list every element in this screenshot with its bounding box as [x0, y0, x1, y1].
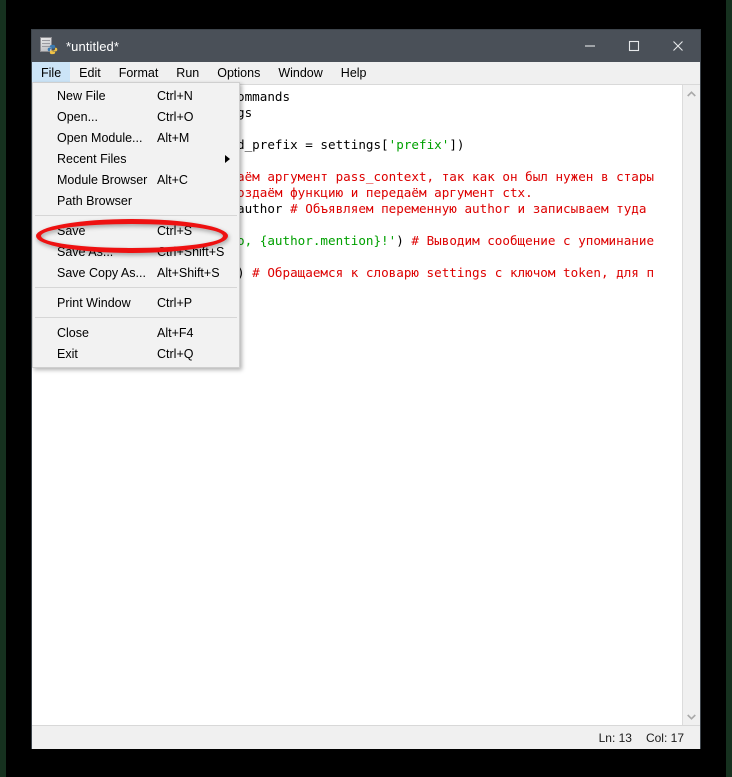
- code-line: [237, 217, 700, 233]
- menubar-item-format[interactable]: Format: [110, 62, 168, 84]
- close-button[interactable]: [656, 30, 700, 62]
- menu-item-save[interactable]: Save Ctrl+S: [33, 220, 239, 241]
- menu-item-shortcut: Ctrl+Q: [157, 347, 193, 361]
- code-token: 'prefix': [389, 137, 450, 152]
- code-line: d_prefix = settings['prefix']): [237, 137, 700, 153]
- menubar-item-label: Options: [217, 66, 260, 80]
- menubar-item-edit[interactable]: Edit: [70, 62, 110, 84]
- menu-item-save-copy-as[interactable]: Save Copy As... Alt+Shift+S: [33, 262, 239, 283]
- menu-item-shortcut: Ctrl+N: [157, 89, 193, 103]
- screenshot-root: *untitled* File Edit Format Run Options Windo…: [0, 0, 732, 777]
- code-line: [237, 121, 700, 137]
- status-column-indicator: Col: 17: [646, 731, 684, 745]
- menubar-item-label: Format: [119, 66, 159, 80]
- menu-item-close[interactable]: Close Alt+F4: [33, 322, 239, 343]
- code-text[interactable]: ommandsgs d_prefix = settings['prefix'])…: [237, 89, 700, 281]
- menubar-item-label: Run: [176, 66, 199, 80]
- menu-item-shortcut: Ctrl+P: [157, 296, 192, 310]
- menu-item-label: Print Window: [57, 296, 131, 310]
- menu-item-label: Exit: [57, 347, 78, 361]
- window-titlebar: *untitled*: [32, 30, 700, 62]
- menu-separator: [35, 287, 237, 288]
- menu-item-shortcut: Alt+Shift+S: [157, 266, 220, 280]
- code-line: [237, 153, 700, 169]
- menu-item-path-browser[interactable]: Path Browser: [33, 190, 239, 211]
- code-token: ommands: [237, 89, 290, 104]
- scroll-down-icon[interactable]: [683, 708, 700, 725]
- menu-item-open[interactable]: Open... Ctrl+O: [33, 106, 239, 127]
- scroll-up-icon[interactable]: [683, 85, 700, 102]
- desktop-edge-left: [0, 0, 6, 777]
- code-line: gs: [237, 105, 700, 121]
- menu-item-new-file[interactable]: New File Ctrl+N: [33, 85, 239, 106]
- code-token: # Объявляем переменную author и записыва…: [290, 201, 646, 216]
- menubar-item-label: Help: [341, 66, 367, 80]
- menu-item-label: Open Module...: [57, 131, 142, 145]
- status-line-indicator: Ln: 13: [599, 731, 632, 745]
- code-token: # Выводим сообщение с упоминание: [411, 233, 654, 248]
- code-token: аём аргумент pass_context, так как он бы…: [237, 169, 654, 184]
- file-dropdown-menu: New File Ctrl+N Open... Ctrl+O Open Module..…: [32, 82, 240, 368]
- menu-item-save-as[interactable]: Save As... Ctrl+Shift+S: [33, 241, 239, 262]
- menu-item-shortcut: Ctrl+Shift+S: [157, 245, 224, 259]
- code-token: ]): [449, 137, 464, 152]
- menu-item-label: Save As...: [57, 245, 113, 259]
- menu-item-shortcut: Ctrl+O: [157, 110, 193, 124]
- menubar-item-label: Edit: [79, 66, 101, 80]
- menu-item-print-window[interactable]: Print Window Ctrl+P: [33, 292, 239, 313]
- submenu-arrow-icon: [225, 155, 230, 163]
- code-token: оздаём функцию и передаём аргумент ctx.: [237, 185, 533, 200]
- menu-item-label: Save Copy As...: [57, 266, 146, 280]
- menu-item-shortcut: Alt+F4: [157, 326, 193, 340]
- menu-item-exit[interactable]: Exit Ctrl+Q: [33, 343, 239, 364]
- menubar-item-label: File: [41, 66, 61, 80]
- code-line: ommands: [237, 89, 700, 105]
- menu-item-label: Path Browser: [57, 194, 132, 208]
- menu-item-open-module[interactable]: Open Module... Alt+M: [33, 127, 239, 148]
- menu-item-shortcut: Ctrl+S: [157, 224, 192, 238]
- python-idle-document-icon: [40, 37, 58, 55]
- code-line: аём аргумент pass_context, так как он бы…: [237, 169, 700, 185]
- window-controls: [568, 30, 700, 62]
- statusbar: Ln: 13 Col: 17: [32, 726, 700, 749]
- menubar-item-run[interactable]: Run: [167, 62, 208, 84]
- menu-item-label: New File: [57, 89, 106, 103]
- menubar-item-label: Window: [278, 66, 322, 80]
- menubar-item-file[interactable]: File: [32, 62, 70, 84]
- code-token: o, {author.mention}!': [237, 233, 396, 248]
- menu-item-label: Open...: [57, 110, 98, 124]
- maximize-button[interactable]: [612, 30, 656, 62]
- menu-separator: [35, 317, 237, 318]
- code-token: # Обращаемся к словарю settings с ключом…: [252, 265, 654, 280]
- menu-item-label: Save: [57, 224, 86, 238]
- menubar-item-options[interactable]: Options: [208, 62, 269, 84]
- code-token: ): [396, 233, 411, 248]
- menu-item-shortcut: Alt+C: [157, 173, 188, 187]
- code-token: author: [237, 201, 290, 216]
- menubar-item-window[interactable]: Window: [269, 62, 331, 84]
- menu-item-recent-files[interactable]: Recent Files: [33, 148, 239, 169]
- menu-item-label: Close: [57, 326, 89, 340]
- code-line: ) # Обращаемся к словарю settings с ключ…: [237, 265, 700, 281]
- code-line: author # Объявляем переменную author и з…: [237, 201, 700, 217]
- menu-separator: [35, 215, 237, 216]
- code-line: оздаём функцию и передаём аргумент ctx.: [237, 185, 700, 201]
- code-token: d_prefix = settings[: [237, 137, 389, 152]
- menu-item-module-browser[interactable]: Module Browser Alt+C: [33, 169, 239, 190]
- code-line: o, {author.mention}!') # Выводим сообщен…: [237, 233, 700, 249]
- menu-item-shortcut: Alt+M: [157, 131, 189, 145]
- code-line: [237, 249, 700, 265]
- editor-vertical-scrollbar[interactable]: [682, 85, 700, 725]
- menu-item-label: Module Browser: [57, 173, 147, 187]
- window-title: *untitled*: [66, 39, 119, 54]
- menu-item-label: Recent Files: [57, 152, 126, 166]
- minimize-button[interactable]: [568, 30, 612, 62]
- desktop-edge-right: [726, 0, 732, 777]
- menubar-item-help[interactable]: Help: [332, 62, 376, 84]
